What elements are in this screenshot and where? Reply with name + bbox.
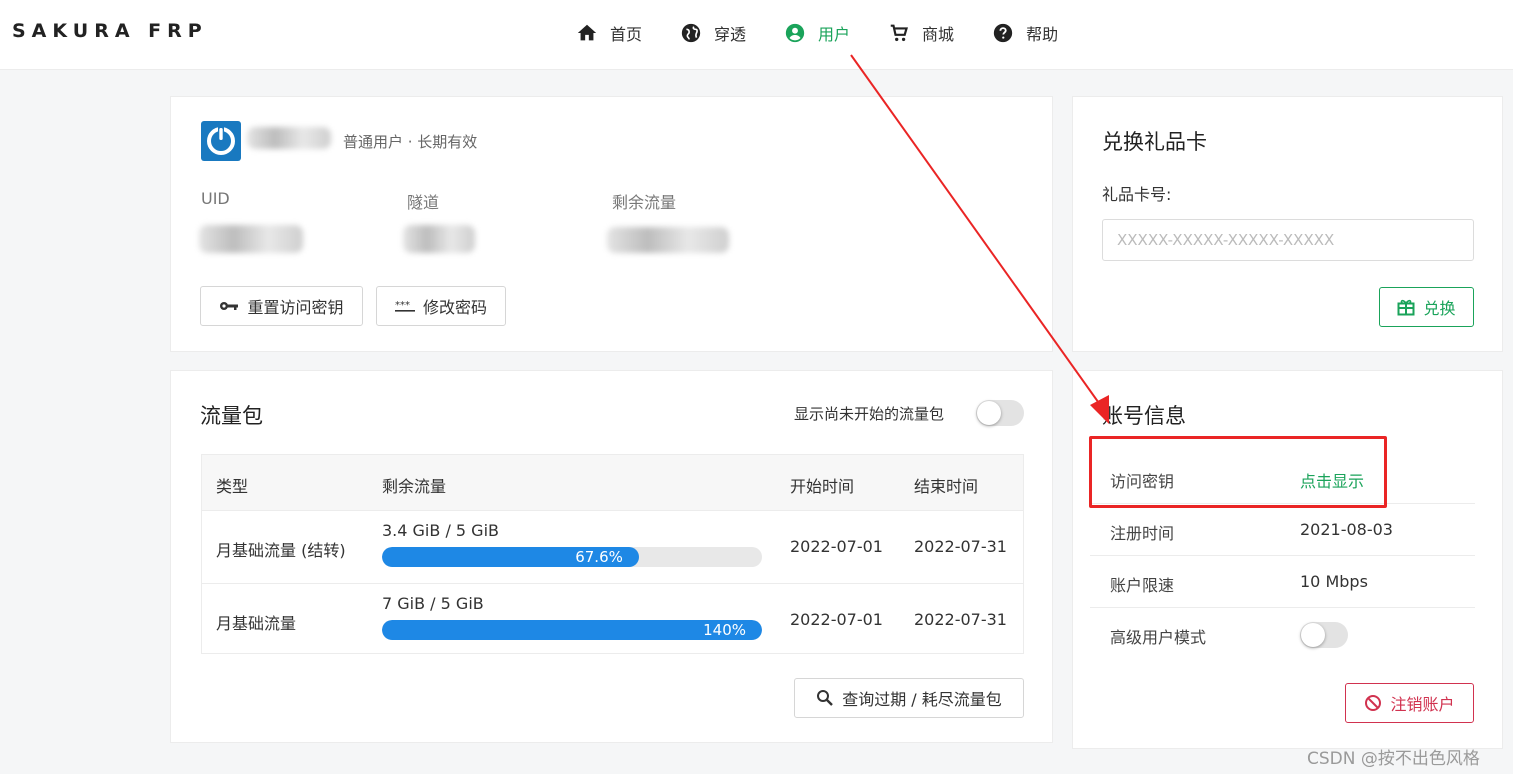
- advanced-mode-row: 高级用户模式: [1090, 608, 1475, 660]
- brand-logo[interactable]: SAKURA FRP: [12, 20, 208, 42]
- row-amount: 3.4 GiB / 5 GiB: [382, 521, 499, 540]
- account-circle-icon: [785, 23, 805, 43]
- toggle-knob: [977, 401, 1001, 425]
- change-password-label: 修改密码: [422, 298, 487, 317]
- progress-fill: 140%: [382, 620, 762, 640]
- blurred-traffic: [607, 227, 729, 253]
- nav-tunnel[interactable]: 穿透: [680, 18, 746, 48]
- speed-label: 账户限速: [1110, 576, 1175, 595]
- traffic-package-card: 流量包 显示尚未开始的流量包 类型 剩余流量 开始时间 结束时间 月基础流量 (…: [170, 370, 1053, 743]
- show-pending-toggle[interactable]: [976, 400, 1024, 426]
- header-end: 结束时间: [914, 477, 979, 496]
- tunnel-label: 隧道: [407, 193, 440, 212]
- key-icon: [220, 302, 239, 310]
- row-end: 2022-07-31: [914, 610, 1007, 629]
- row-type: 月基础流量 (结转): [216, 541, 346, 560]
- register-row: 注册时间 2021-08-03: [1090, 504, 1475, 556]
- avatar: [201, 121, 241, 161]
- reset-key-button[interactable]: 重置访问密钥: [200, 286, 363, 326]
- nav-home-label: 首页: [610, 25, 643, 44]
- power-icon: [207, 126, 235, 155]
- gift-title: 兑换礼品卡: [1102, 130, 1207, 154]
- row-end: 2022-07-31: [914, 537, 1007, 556]
- password-icon: ***: [394, 300, 415, 312]
- speed-row: 账户限速 10 Mbps: [1090, 556, 1475, 608]
- advanced-mode-toggle[interactable]: [1300, 622, 1348, 648]
- block-icon: [1365, 695, 1382, 711]
- uid-label: UID: [201, 189, 230, 208]
- register-value: 2021-08-03: [1300, 520, 1393, 539]
- shopping-cart-icon: [890, 24, 909, 42]
- row-type: 月基础流量: [216, 614, 297, 633]
- gift-card-panel: 兑换礼品卡 礼品卡号: 兑换: [1072, 96, 1503, 352]
- query-expired-button[interactable]: 查询过期 / 耗尽流量包: [794, 678, 1024, 718]
- gift-icon: [1397, 299, 1415, 316]
- advanced-mode-label: 高级用户模式: [1110, 628, 1207, 647]
- main-nav: 首页 穿透 用户 商城 帮助: [576, 18, 1096, 48]
- row-start: 2022-07-01: [790, 537, 883, 556]
- traffic-title: 流量包: [200, 404, 263, 428]
- change-password-button[interactable]: *** 修改密码: [376, 286, 506, 326]
- reset-key-label: 重置访问密钥: [247, 298, 344, 317]
- traffic-table: 类型 剩余流量 开始时间 结束时间 月基础流量 (结转) 3.4 GiB / 5…: [201, 454, 1024, 654]
- nav-tunnel-label: 穿透: [714, 25, 747, 44]
- user-type: 普通用户 · 长期有效: [343, 133, 478, 151]
- traffic-progress-bar: 140%: [382, 620, 762, 640]
- blurred-username: [247, 127, 331, 149]
- toggle-knob: [1301, 623, 1325, 647]
- header-remaining: 剩余流量: [382, 477, 447, 496]
- table-row: 月基础流量 7 GiB / 5 GiB 140% 2022-07-01 2022…: [202, 583, 1023, 655]
- account-title: 账号信息: [1102, 404, 1186, 428]
- blurred-uid: [199, 225, 303, 253]
- top-navbar: SAKURA FRP 首页 穿透 用户 商城 帮助: [0, 0, 1513, 70]
- row-amount: 7 GiB / 5 GiB: [382, 594, 484, 613]
- search-icon: [817, 690, 834, 706]
- header-type: 类型: [216, 477, 249, 496]
- redeem-button[interactable]: 兑换: [1379, 287, 1474, 327]
- nav-home[interactable]: 首页: [576, 18, 642, 48]
- traffic-progress-bar: 67.6%: [382, 547, 762, 567]
- profile-card: 普通用户 · 长期有效 UID 隧道 剩余流量 重置访问密钥 *** 修改密码: [170, 96, 1053, 352]
- show-pending-label: 显示尚未开始的流量包: [794, 405, 945, 423]
- nav-user[interactable]: 用户: [784, 18, 850, 48]
- nav-shop[interactable]: 商城: [888, 18, 954, 48]
- svg-text:***: ***: [395, 300, 410, 311]
- progress-fill: 67.6%: [382, 547, 639, 567]
- query-expired-label: 查询过期 / 耗尽流量包: [842, 690, 1002, 709]
- delete-account-button[interactable]: 注销账户: [1345, 683, 1474, 723]
- nav-shop-label: 商城: [922, 25, 955, 44]
- table-header: 类型 剩余流量 开始时间 结束时间: [202, 455, 1023, 511]
- watermark-text: CSDN @按不出色风格: [1307, 749, 1480, 769]
- table-row: 月基础流量 (结转) 3.4 GiB / 5 GiB 67.6% 2022-07…: [202, 511, 1023, 583]
- redeem-label: 兑换: [1423, 299, 1456, 318]
- nav-help[interactable]: 帮助: [992, 18, 1058, 48]
- traffic-label: 剩余流量: [612, 193, 677, 212]
- account-info-card: 账号信息 访问密钥 点击显示 注册时间 2021-08-03 账户限速 10 M…: [1072, 370, 1503, 749]
- annotation-highlight-box: [1089, 436, 1387, 508]
- speed-value: 10 Mbps: [1300, 572, 1368, 591]
- delete-account-label: 注销账户: [1390, 695, 1455, 714]
- row-start: 2022-07-01: [790, 610, 883, 629]
- header-start: 开始时间: [790, 477, 855, 496]
- nav-user-label: 用户: [818, 25, 851, 44]
- register-label: 注册时间: [1110, 524, 1175, 543]
- nav-help-label: 帮助: [1026, 25, 1059, 44]
- gift-code-input[interactable]: [1102, 219, 1474, 261]
- home-icon: [577, 24, 597, 41]
- gift-code-label: 礼品卡号:: [1102, 185, 1172, 204]
- help-icon: [993, 23, 1013, 43]
- blurred-tunnel: [403, 225, 475, 253]
- globe-icon: [681, 23, 701, 43]
